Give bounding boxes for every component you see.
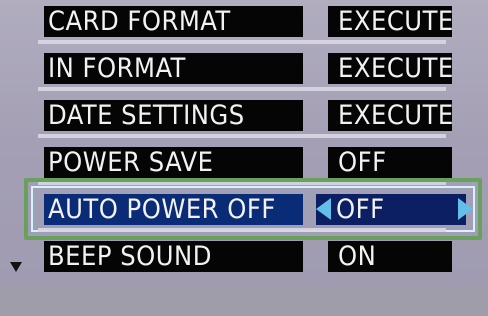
menu-item-value: EXECUTE [328, 53, 452, 84]
menu-item-label: POWER SAVE [44, 147, 303, 178]
menu-item-label: AUTO POWER OFF [44, 194, 303, 225]
menu-item-value: OFF [328, 147, 452, 178]
menu-item-label: CARD FORMAT [44, 6, 303, 37]
left-arrow-icon[interactable] [316, 198, 331, 220]
down-arrow-icon[interactable] [10, 262, 22, 272]
menu-item-date-settings[interactable]: DATE SETTINGS EXECUTE [0, 94, 488, 138]
menu-item-value: EXECUTE [328, 100, 452, 131]
menu-item-auto-power-off[interactable]: AUTO POWER OFF OFF [0, 188, 488, 232]
menu-item-card-format[interactable]: CARD FORMAT EXECUTE [0, 0, 488, 44]
menu-item-value: EXECUTE [328, 6, 452, 37]
menu-item-power-save[interactable]: POWER SAVE OFF [0, 141, 488, 185]
menu-item-label: DATE SETTINGS [44, 100, 303, 131]
menu-item-in-format[interactable]: IN FORMAT EXECUTE [0, 47, 488, 91]
menu-item-beep-sound[interactable]: BEEP SOUND ON [0, 235, 488, 275]
menu-item-value: OFF [316, 194, 466, 225]
bottom-band [0, 286, 488, 316]
camera-menu-screen: CARD FORMAT EXECUTE IN FORMAT EXECUTE DA… [0, 0, 488, 316]
menu-item-label: IN FORMAT [44, 53, 303, 84]
menu-item-value: ON [328, 241, 452, 272]
right-arrow-icon[interactable] [458, 198, 473, 220]
menu-item-label: BEEP SOUND [44, 241, 303, 272]
